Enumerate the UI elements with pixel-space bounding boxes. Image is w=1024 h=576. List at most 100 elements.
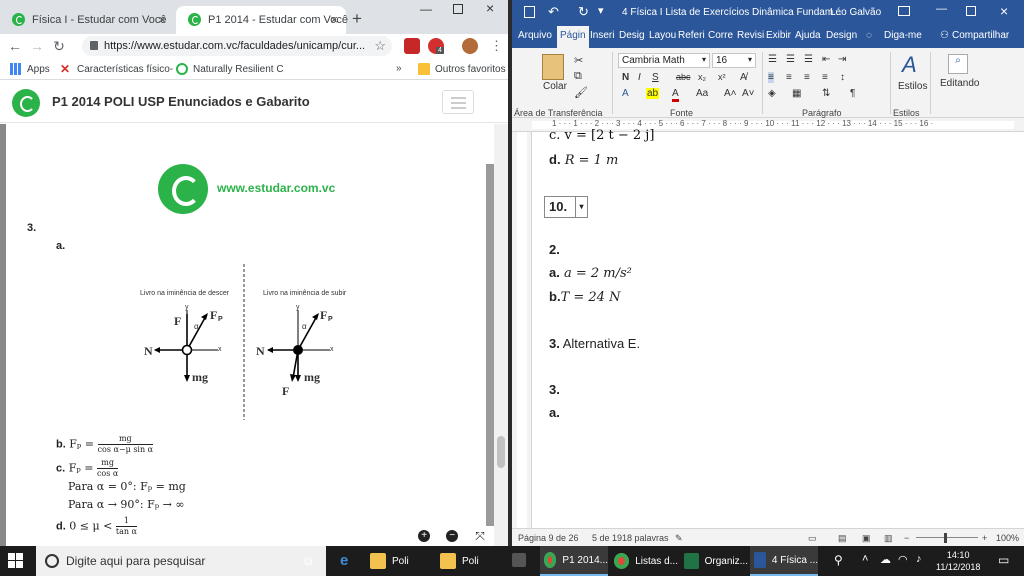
close-window-icon[interactable]: × (486, 0, 494, 16)
bookmarks-overflow[interactable]: » (396, 63, 402, 74)
forward-icon[interactable]: → (26, 38, 48, 54)
tab-pagina-inicial[interactable]: Págin (557, 26, 589, 48)
address-bar[interactable]: https://www.estudar.com.vc/faculdades/un… (82, 36, 392, 56)
sort-icon[interactable]: ⇅ (822, 88, 830, 99)
fit-page-button[interactable]: ⤧ (466, 526, 494, 546)
tab-inserir[interactable]: Inseri (590, 30, 614, 41)
windows-start-icon[interactable] (8, 553, 24, 569)
page-count[interactable]: Página 9 de 26 (518, 533, 579, 543)
taskbar-search-box[interactable]: Digite aqui para pesquisar (36, 546, 326, 576)
zoom-slider[interactable] (916, 537, 978, 538)
save-icon[interactable] (524, 6, 535, 18)
editing-button[interactable]: Editando (940, 78, 979, 89)
cut-icon[interactable]: ✂ (574, 54, 583, 67)
estudar-logo-icon[interactable] (12, 89, 40, 117)
show-marks-icon[interactable]: ¶ (850, 88, 855, 99)
people-icon[interactable]: ⚲ (834, 553, 843, 567)
align-left-icon[interactable]: ≡ (768, 72, 774, 83)
volume-icon[interactable]: ♪ (916, 553, 922, 565)
web-layout-icon[interactable]: ▥ (884, 533, 893, 544)
bookmark-caracteristicas[interactable]: ✕ Características físico- (60, 63, 173, 75)
minimize-icon[interactable]: — (936, 3, 947, 15)
zoom-in-icon[interactable]: + (982, 533, 987, 543)
align-center-icon[interactable]: ≡ (786, 72, 792, 83)
zoom-slider-thumb[interactable] (944, 533, 947, 543)
taskbar-app-chrome-p1[interactable]: P1 2014... (540, 546, 608, 576)
tab-referencias[interactable]: Referi (678, 30, 705, 41)
format-painter-icon[interactable]: 🖌 (574, 86, 588, 99)
reload-icon[interactable]: ↻ (48, 38, 70, 55)
task-view-icon[interactable]: ⧉ (304, 554, 313, 569)
zoom-level[interactable]: 100% (996, 533, 1019, 543)
close-tab-icon[interactable]: × (158, 12, 166, 27)
text-effects-icon[interactable]: A (622, 88, 629, 99)
store-icon[interactable] (512, 553, 526, 567)
edge-icon[interactable]: e (340, 552, 348, 569)
print-layout-icon[interactable]: ▣ (862, 533, 871, 544)
ribbon-display-icon[interactable] (898, 6, 910, 16)
tab-revisao[interactable]: Revisi (737, 30, 764, 41)
zoom-out-button[interactable]: − (438, 526, 466, 546)
vertical-ruler[interactable] (512, 132, 532, 528)
decrease-indent-icon[interactable]: ⇤ (822, 54, 830, 65)
equation-options-icon[interactable]: ▾ (575, 197, 587, 217)
align-right-icon[interactable]: ≡ (804, 72, 810, 83)
customize-qat-icon[interactable]: ▾ (598, 4, 604, 17)
paste-button[interactable]: Colar (543, 81, 567, 92)
scrollbar-thumb[interactable] (497, 436, 505, 468)
tab-correspondencias[interactable]: Corre (708, 30, 733, 41)
zoom-out-icon[interactable]: − (904, 533, 909, 543)
strikethrough-icon[interactable]: abc (676, 72, 691, 82)
redo-icon[interactable]: ↻ (578, 4, 589, 20)
undo-icon[interactable]: ↶ (548, 4, 559, 20)
justify-icon[interactable]: ≡ (822, 72, 828, 83)
highlight-icon[interactable]: ab (646, 88, 660, 99)
tab-fisica[interactable]: Física I - Estudar com Você × (0, 6, 174, 34)
word-document-page[interactable]: c. v = [2 t − 2 j] d. R = 1 m 10. ▾ 2. a… (532, 128, 1024, 528)
minimize-icon[interactable]: — (420, 2, 432, 16)
taskbar-app-excel[interactable]: Organiz... (680, 546, 748, 576)
bookmark-star-icon[interactable]: ☆ (374, 38, 386, 54)
bullets-icon[interactable]: ☰ (768, 54, 777, 65)
font-name-select[interactable]: Cambria Math ▾ (618, 53, 710, 68)
bookmark-apps[interactable]: Apps (10, 63, 50, 75)
taskbar-app-word[interactable]: 4 Física ... (750, 546, 818, 576)
bookmark-outros-favoritos[interactable]: Outros favoritos (418, 63, 506, 75)
font-color-icon[interactable]: A (672, 88, 679, 102)
close-window-icon[interactable]: × (1000, 3, 1008, 19)
tab-layout[interactable]: Layou (649, 30, 676, 41)
italic-icon[interactable]: I (638, 72, 641, 83)
taskbar-app-poli-1[interactable]: Poli (366, 546, 432, 576)
subscript-icon[interactable]: x₂ (698, 72, 706, 82)
copy-icon[interactable]: ⧉ (574, 70, 582, 83)
close-tab-icon[interactable]: × (330, 12, 338, 27)
paste-clipboard-icon[interactable] (542, 54, 564, 80)
superscript-icon[interactable]: x² (718, 72, 726, 82)
tab-ajuda[interactable]: Ajuda (795, 30, 821, 41)
increase-indent-icon[interactable]: ⇥ (838, 54, 846, 65)
grow-font-icon[interactable]: A˄ (724, 88, 737, 99)
proofing-icon[interactable]: ✎ (675, 533, 683, 544)
page-scrollbar[interactable] (494, 124, 508, 546)
borders-icon[interactable]: ▦ (792, 88, 801, 99)
equation-placeholder[interactable]: 10. ▾ (544, 196, 588, 218)
font-size-select[interactable]: 16 ▾ (712, 53, 756, 68)
numbering-icon[interactable]: ☰ (786, 54, 795, 65)
chrome-menu-icon[interactable]: ⋮ (490, 38, 503, 54)
show-hidden-icons[interactable]: ˄ (862, 553, 868, 565)
editing-search-icon[interactable]: ⌕ (948, 54, 968, 74)
taskbar-app-chrome-listas[interactable]: Listas d... (610, 546, 678, 576)
share-button[interactable]: Compartilhar (952, 30, 1009, 41)
wifi-icon[interactable]: ◠ (898, 553, 908, 566)
styles-button[interactable]: Estilos (898, 81, 927, 92)
word-count[interactable]: 5 de 1918 palavras (592, 533, 669, 543)
tab-exibir[interactable]: Exibir (766, 30, 791, 41)
menu-hamburger-button[interactable] (442, 90, 474, 114)
pocket-extension-icon[interactable] (404, 38, 420, 54)
profile-avatar[interactable] (462, 38, 478, 54)
styles-icon[interactable]: A (902, 52, 917, 78)
new-tab-button[interactable]: + (352, 9, 362, 29)
tab-design-equation[interactable]: Design (826, 30, 857, 41)
maximize-icon[interactable] (966, 6, 976, 16)
read-mode-icon[interactable]: ▤ (838, 533, 847, 544)
